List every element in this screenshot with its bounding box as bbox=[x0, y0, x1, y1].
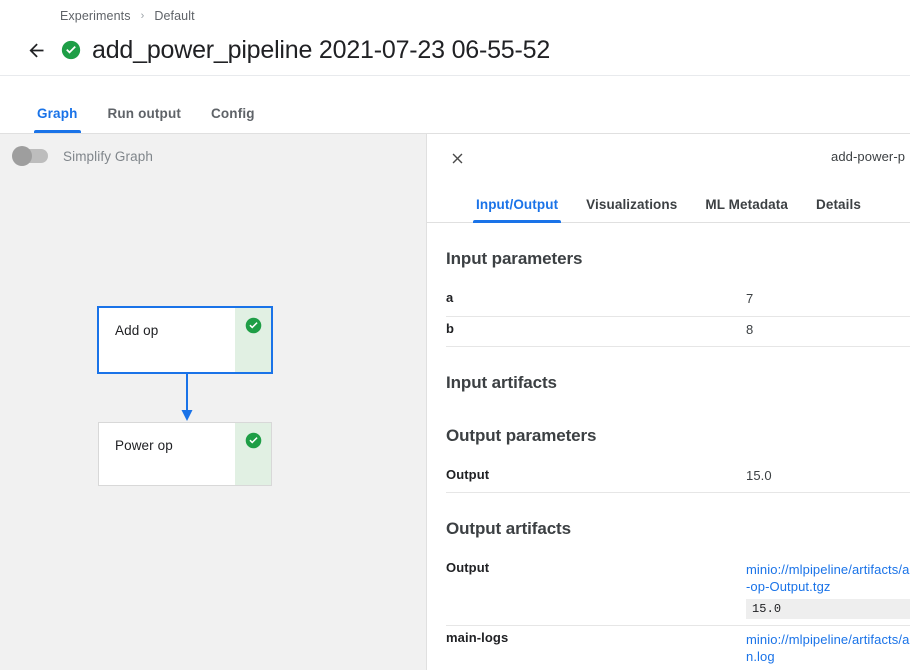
breadcrumb-separator-icon: › bbox=[140, 10, 145, 22]
param-key: a bbox=[446, 286, 746, 317]
side-panel-header: add-power-p bbox=[427, 134, 910, 183]
section-heading-input-parameters: Input parameters bbox=[446, 249, 583, 268]
table-row: a 7 bbox=[446, 286, 910, 317]
param-key: Output bbox=[446, 462, 746, 493]
node-status-badge bbox=[235, 423, 271, 485]
artifact-link[interactable]: minio://mlpipeline/artifacts/an.log bbox=[746, 631, 910, 665]
graph-node-power-op[interactable]: Power op bbox=[98, 422, 272, 486]
close-icon[interactable] bbox=[446, 148, 468, 170]
title-row: add_power_pipeline 2021-07-23 06-55-52 bbox=[22, 30, 550, 70]
check-circle-icon bbox=[61, 40, 81, 60]
graph-node-label: Power op bbox=[115, 438, 173, 453]
table-row: Output 15.0 bbox=[446, 462, 910, 493]
check-circle-icon bbox=[245, 432, 262, 449]
param-value: 15.0 bbox=[746, 462, 910, 493]
artifact-link[interactable]: minio://mlpipeline/artifacts/a-op-Output… bbox=[746, 561, 910, 595]
artifact-key: main-logs bbox=[446, 625, 746, 669]
simplify-graph-toggle-row: Simplify Graph bbox=[12, 144, 153, 168]
arrow-left-icon[interactable] bbox=[22, 36, 50, 64]
tab-run-output[interactable]: Run output bbox=[93, 106, 196, 133]
graph-node-add-op[interactable]: Add op bbox=[97, 306, 273, 374]
graph-edge-add-to-power bbox=[181, 373, 193, 421]
graph-node-label: Add op bbox=[115, 323, 159, 338]
tab-ml-metadata[interactable]: ML Metadata bbox=[691, 197, 802, 222]
breadcrumb: Experiments › Default bbox=[60, 6, 195, 26]
tab-visualizations[interactable]: Visualizations bbox=[572, 197, 691, 222]
simplify-graph-label: Simplify Graph bbox=[63, 148, 153, 164]
toggle-thumb bbox=[12, 146, 32, 166]
side-panel-tab-bar: Input/Output Visualizations ML Metadata … bbox=[427, 183, 910, 223]
node-details-panel: add-power-p Input/Output Visualizations … bbox=[426, 134, 910, 670]
artifact-key: Output bbox=[446, 556, 746, 626]
artifact-value-cell: minio://mlpipeline/artifacts/an.log bbox=[746, 625, 910, 669]
param-key: b bbox=[446, 316, 746, 347]
section-heading-input-artifacts: Input artifacts bbox=[446, 372, 557, 392]
input-parameters-table: a 7 b 8 bbox=[446, 286, 910, 347]
node-status-badge bbox=[235, 308, 271, 372]
pipeline-run-page: Experiments › Default add_power_pipeline… bbox=[0, 0, 910, 670]
main-tab-bar: Graph Run output Config bbox=[0, 76, 910, 134]
output-parameters-table: Output 15.0 bbox=[446, 462, 910, 493]
table-row: b 8 bbox=[446, 316, 910, 347]
table-row: main-logs minio://mlpipeline/artifacts/a… bbox=[446, 625, 910, 669]
section-heading-output-parameters: Output parameters bbox=[446, 425, 597, 445]
artifact-value-cell: minio://mlpipeline/artifacts/a-op-Output… bbox=[746, 556, 910, 626]
check-circle-icon bbox=[245, 317, 262, 334]
page-title: add_power_pipeline 2021-07-23 06-55-52 bbox=[92, 35, 551, 64]
tab-config[interactable]: Config bbox=[196, 106, 270, 133]
side-panel-content: Input parameters a 7 b 8 Input artifacts… bbox=[427, 223, 910, 669]
breadcrumb-item-experiments[interactable]: Experiments bbox=[60, 9, 131, 23]
artifact-preview: 15.0 bbox=[746, 599, 910, 619]
side-panel-node-title: add-power-p bbox=[831, 149, 906, 164]
param-value: 8 bbox=[746, 316, 910, 347]
tab-details[interactable]: Details bbox=[802, 197, 875, 222]
breadcrumb-item-default[interactable]: Default bbox=[154, 9, 194, 23]
section-heading-output-artifacts: Output artifacts bbox=[446, 519, 571, 538]
graph-canvas[interactable]: Simplify Graph Add op Power op bbox=[0, 134, 426, 670]
page-header: Experiments › Default add_power_pipeline… bbox=[0, 0, 910, 76]
tab-graph[interactable]: Graph bbox=[22, 106, 93, 133]
tab-input-output[interactable]: Input/Output bbox=[462, 197, 572, 223]
param-value: 7 bbox=[746, 286, 910, 317]
simplify-graph-toggle[interactable] bbox=[12, 146, 48, 166]
table-row: Output minio://mlpipeline/artifacts/a-op… bbox=[446, 556, 910, 626]
output-artifacts-table: Output minio://mlpipeline/artifacts/a-op… bbox=[446, 556, 910, 669]
